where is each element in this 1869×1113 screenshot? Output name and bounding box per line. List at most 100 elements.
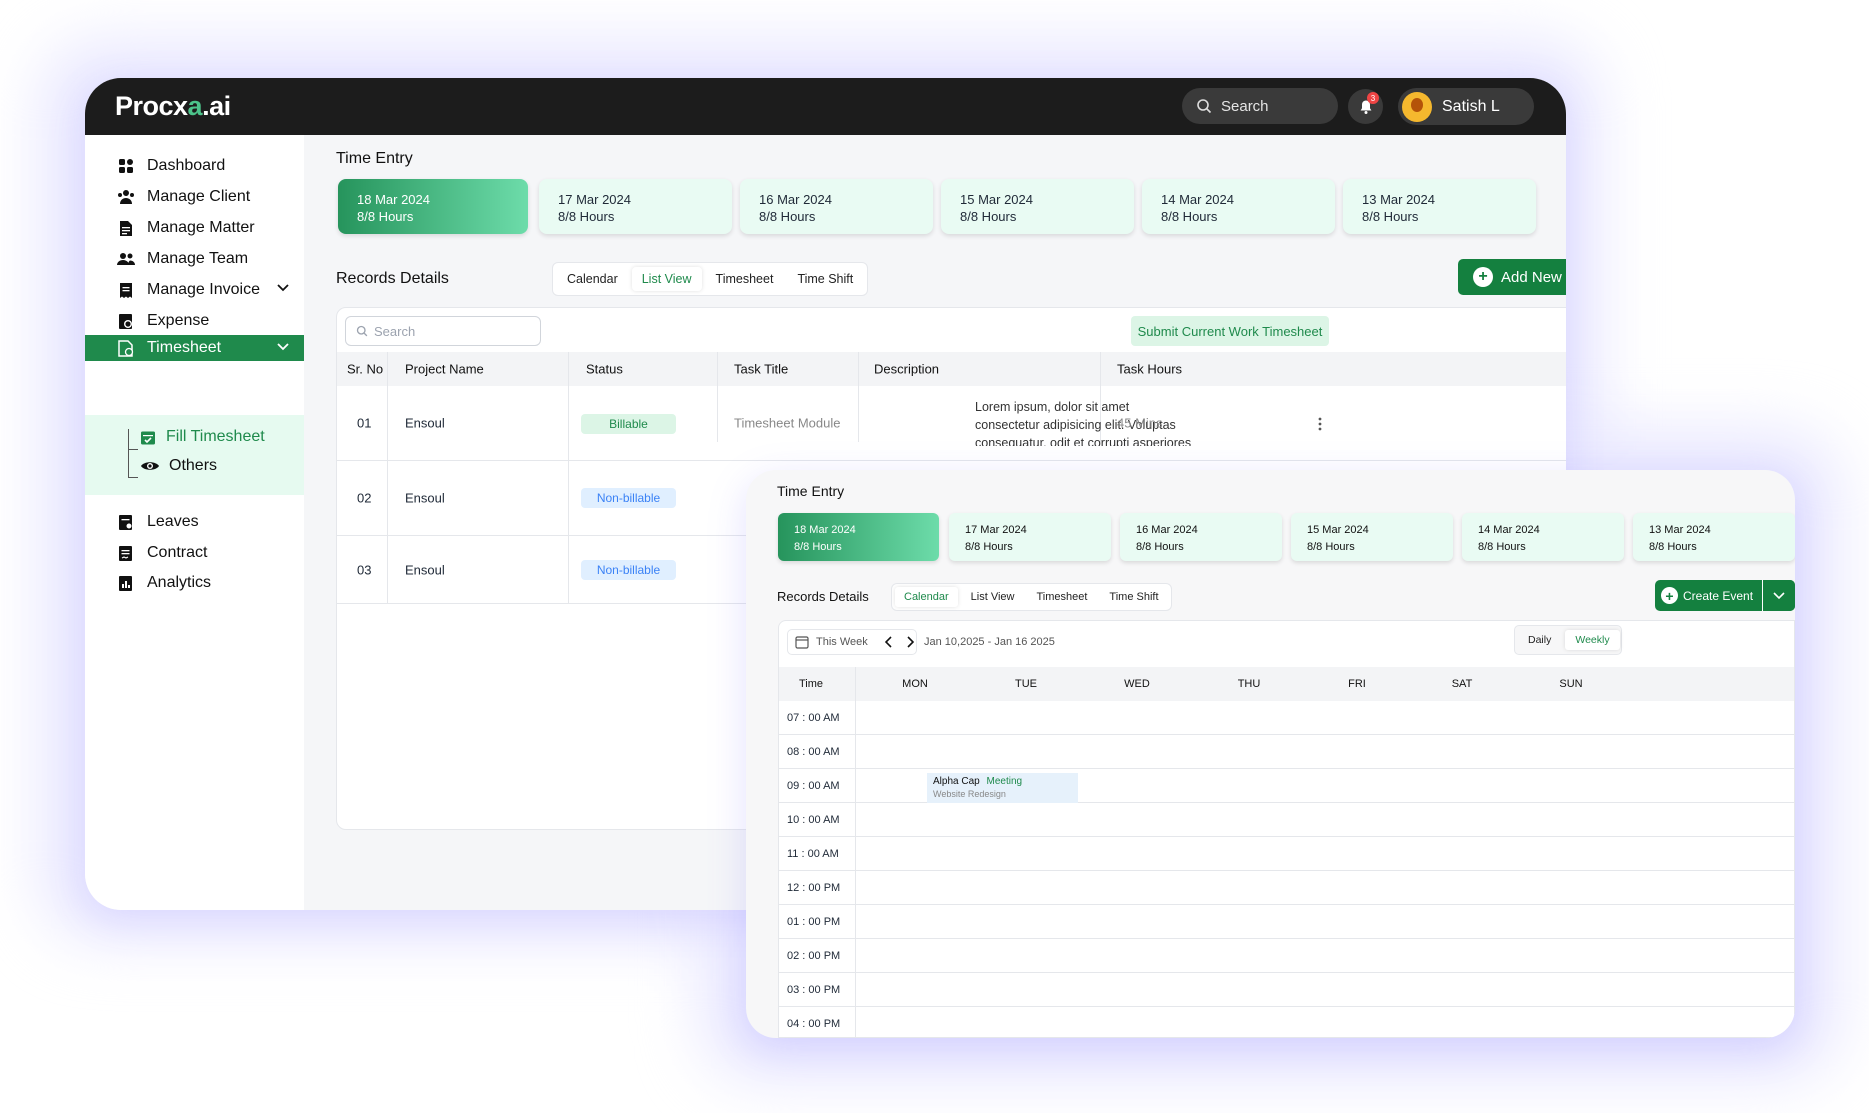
- analytics-icon: [117, 574, 135, 592]
- date-card-selected[interactable]: 18 Mar 2024 8/8 Hours: [338, 179, 528, 234]
- time-row[interactable]: 11 : 00 AM: [779, 837, 1794, 871]
- tab-list-view[interactable]: List View: [631, 267, 702, 291]
- date-card[interactable]: 13 Mar 2024 8/8 Hours: [1343, 179, 1536, 234]
- day-header: SAT: [1451, 678, 1473, 690]
- date-card[interactable]: 15 Mar 2024 8/8 Hours: [941, 179, 1134, 234]
- sidebar-item-label: Leaves: [147, 513, 199, 530]
- notification-button[interactable]: 3: [1348, 89, 1383, 124]
- date-card[interactable]: 13 Mar 2024 8/8 Hours: [1633, 513, 1795, 561]
- search-input[interactable]: Search: [345, 316, 541, 346]
- plus-icon: +: [1661, 587, 1678, 604]
- column-header: Description: [874, 361, 940, 377]
- date-card[interactable]: 14 Mar 2024 8/8 Hours: [1462, 513, 1624, 561]
- column-header: Status: [586, 361, 623, 377]
- calendar-event[interactable]: Alpha Cap Meeting Website Redesign: [927, 773, 1078, 803]
- time-row[interactable]: 03 : 00 PM: [779, 973, 1794, 1007]
- table-row[interactable]: 01 Ensoul Billable Timesheet Module Lore…: [337, 386, 1566, 461]
- time-row[interactable]: 07 : 00 AM: [779, 701, 1794, 735]
- expense-icon: [117, 312, 135, 330]
- sidebar-item-contract[interactable]: Contract: [85, 536, 304, 570]
- sidebar-subitem-others[interactable]: Others: [140, 457, 217, 475]
- timesheet-calendar-window: Time Entry 18 Mar 2024 8/8 Hours 17 Mar 2…: [746, 470, 1795, 1038]
- sidebar-item-manage-team[interactable]: Manage Team: [85, 242, 304, 276]
- day-header: FRI: [1348, 678, 1366, 690]
- search-label: Search: [1221, 97, 1269, 115]
- chevron-down-icon: [1773, 591, 1785, 599]
- sidebar-subitem-fill-timesheet[interactable]: Fill Timesheet: [140, 428, 265, 446]
- chevron-right-icon[interactable]: [906, 636, 914, 648]
- status-badge: Billable: [581, 414, 676, 434]
- sidebar-item-manage-client[interactable]: Manage Client: [85, 180, 304, 214]
- tab-timesheet[interactable]: Timesheet: [1027, 587, 1096, 607]
- time-row[interactable]: 08 : 00 AM: [779, 735, 1794, 769]
- weekly-option[interactable]: Weekly: [1565, 630, 1620, 650]
- date-card[interactable]: 16 Mar 2024 8/8 Hours: [1120, 513, 1282, 561]
- sidebar-item-timesheet[interactable]: Timesheet: [85, 335, 304, 361]
- view-tabs: Calendar List View Timesheet Time Shift: [891, 583, 1172, 611]
- time-column-header: Time: [799, 678, 824, 690]
- date-card[interactable]: 17 Mar 2024 8/8 Hours: [539, 179, 732, 234]
- team-icon: [117, 250, 135, 268]
- tree-line: [128, 429, 129, 477]
- calendar-icon: [795, 636, 809, 649]
- timesheet-submenu: [85, 415, 304, 495]
- more-vertical-icon[interactable]: [1317, 416, 1323, 432]
- date-card[interactable]: 17 Mar 2024 8/8 Hours: [949, 513, 1111, 561]
- user-name: Satish L: [1442, 97, 1500, 115]
- day-header: WED: [1124, 678, 1150, 690]
- column-header: Task Hours: [1117, 361, 1183, 377]
- day-header: SUN: [1559, 678, 1583, 690]
- sidebar-item-leaves[interactable]: Leaves: [85, 505, 304, 539]
- date-card[interactable]: 16 Mar 2024 8/8 Hours: [740, 179, 933, 234]
- search-box[interactable]: Search: [1182, 88, 1338, 124]
- dashboard-icon: [117, 157, 135, 175]
- sidebar-item-analytics[interactable]: Analytics: [85, 566, 304, 600]
- view-tabs: Calendar List View Timesheet Time Shift: [552, 262, 869, 296]
- top-bar: Procxa.ai Search 3 Satish L: [85, 78, 1566, 135]
- date-card-selected[interactable]: 18 Mar 2024 8/8 Hours: [778, 513, 939, 561]
- logo[interactable]: Procxa.ai: [115, 91, 231, 122]
- status-badge: Non-billable: [581, 488, 676, 508]
- column-header: Sr. No: [347, 361, 384, 377]
- chevron-down-icon: [277, 284, 289, 292]
- date-card[interactable]: 14 Mar 2024 8/8 Hours: [1142, 179, 1335, 234]
- time-row[interactable]: 12 : 00 PM: [779, 871, 1794, 905]
- week-selector[interactable]: This Week: [787, 629, 917, 655]
- tab-calendar[interactable]: Calendar: [557, 267, 628, 291]
- tab-timesheet[interactable]: Timesheet: [706, 267, 784, 291]
- submit-timesheet-button[interactable]: Submit Current Work Timesheet: [1131, 316, 1329, 346]
- tab-list-view[interactable]: List View: [962, 587, 1024, 607]
- column-header: Project Name: [405, 361, 484, 377]
- tab-time-shift[interactable]: Time Shift: [787, 267, 863, 291]
- chevron-left-icon[interactable]: [884, 636, 893, 648]
- day-header: TUE: [1015, 678, 1037, 690]
- add-new-task-button[interactable]: + Add New Task: [1458, 259, 1566, 295]
- tab-calendar[interactable]: Calendar: [895, 587, 958, 607]
- status-badge: Non-billable: [581, 560, 676, 580]
- records-details-title: Records Details: [336, 270, 449, 287]
- event-subtitle: Website Redesign: [933, 789, 1006, 799]
- time-row[interactable]: 10 : 00 AM: [779, 803, 1794, 837]
- time-row[interactable]: 02 : 00 PM: [779, 939, 1794, 973]
- daily-option[interactable]: Daily: [1518, 630, 1561, 650]
- time-row[interactable]: 04 : 00 PM: [779, 1007, 1794, 1038]
- sidebar-item-dashboard[interactable]: Dashboard: [85, 149, 304, 183]
- notification-badge: 3: [1367, 92, 1379, 104]
- calendar-check-icon: [141, 431, 155, 444]
- time-row[interactable]: 01 : 00 PM: [779, 905, 1794, 939]
- table-header: Sr. No Project Name Status Task Title De…: [337, 352, 1566, 386]
- date-card[interactable]: 15 Mar 2024 8/8 Hours: [1291, 513, 1453, 561]
- sidebar-item-expense[interactable]: Expense: [85, 304, 304, 338]
- view-switch: Daily Weekly: [1514, 625, 1622, 655]
- tab-time-shift[interactable]: Time Shift: [1100, 587, 1167, 607]
- invoice-icon: [117, 281, 135, 299]
- sidebar-item-manage-matter[interactable]: Manage Matter: [85, 211, 304, 245]
- sidebar-item-label: Manage Matter: [147, 219, 255, 236]
- user-menu[interactable]: Satish L: [1398, 88, 1534, 125]
- sidebar-item-label: Expense: [147, 312, 210, 329]
- create-event-dropdown[interactable]: [1762, 580, 1795, 611]
- plus-icon: +: [1473, 267, 1493, 287]
- client-icon: [117, 188, 135, 206]
- sidebar-item-manage-invoice[interactable]: Manage Invoice: [85, 273, 304, 307]
- chevron-down-icon: [277, 343, 289, 351]
